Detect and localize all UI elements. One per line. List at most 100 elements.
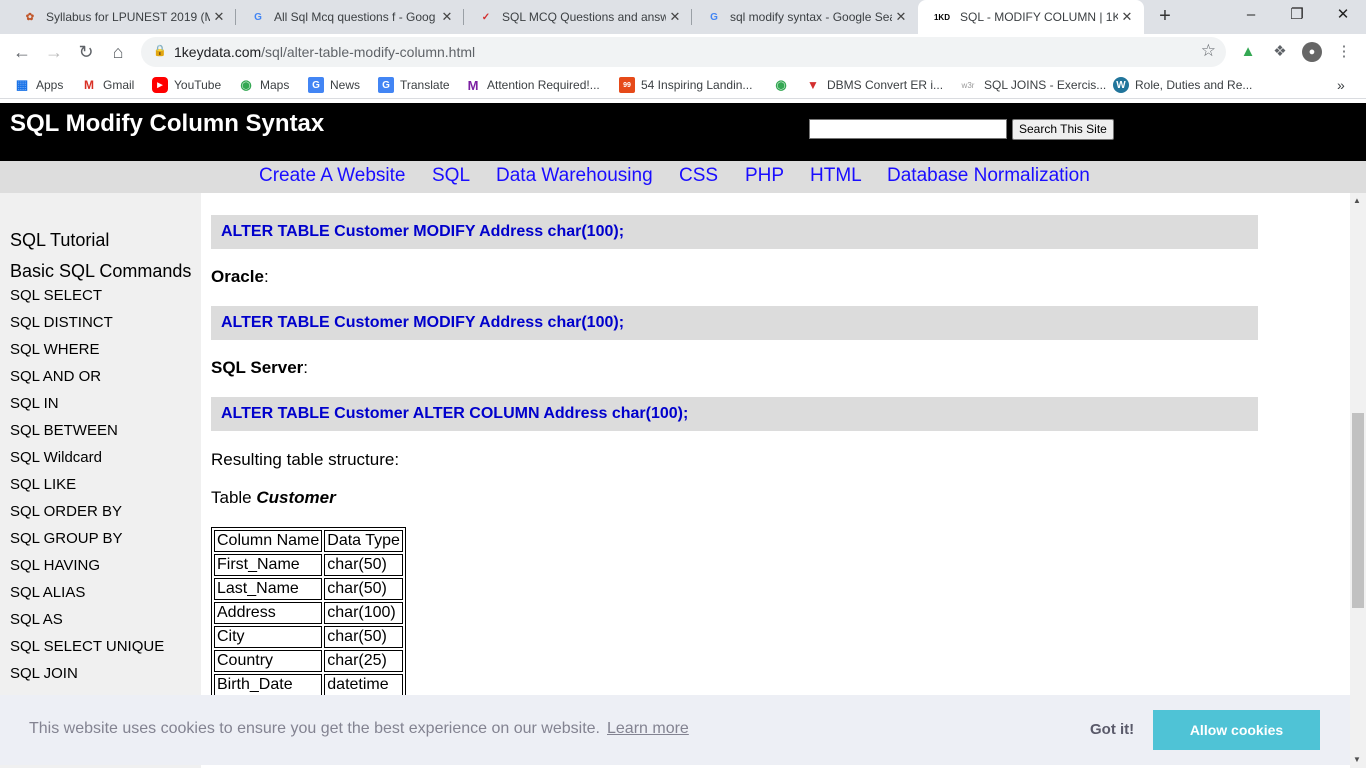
nav-create-website[interactable]: Create A Website — [259, 165, 405, 187]
sidebar-item-distinct[interactable]: SQL DISTINCT — [10, 314, 113, 331]
tab-title: SQL MCQ Questions and answ — [502, 10, 666, 24]
bookmark-sqljoins[interactable]: w3r SQL JOINS - Exercis... — [958, 75, 1107, 95]
customer-table: Column Name Data Type First_Name char(50… — [211, 527, 406, 699]
sidebar-item-select-unique[interactable]: SQL SELECT UNIQUE — [10, 638, 164, 655]
bookmark-label: Gmail — [103, 78, 135, 92]
search-input[interactable] — [809, 119, 1007, 139]
sidebar-heading-tutorial[interactable]: SQL Tutorial — [10, 230, 109, 251]
table-row: Birth_Date datetime — [214, 674, 403, 696]
menu-dots-icon[interactable]: ⋮ — [1334, 42, 1354, 62]
home-icon[interactable]: ⌂ — [106, 40, 130, 64]
table-row: City char(50) — [214, 626, 403, 648]
drive-icon[interactable]: ▲ — [1238, 42, 1258, 62]
sidebar-item-join[interactable]: SQL JOIN — [10, 665, 78, 682]
sidebar-item-and-or[interactable]: SQL AND OR — [10, 368, 101, 385]
tab-1[interactable]: ✿ Syllabus for LPUNEST 2019 (MC ✕ — [8, 0, 236, 34]
bookmark-maps[interactable]: ◉ Maps — [238, 75, 289, 95]
address-bar[interactable]: 🔒 1keydata.com/sql/alter-table-modify-co… — [141, 37, 1226, 67]
nav-database-normalization[interactable]: Database Normalization — [887, 165, 1090, 187]
got-it-button[interactable]: Got it! — [1090, 721, 1134, 738]
bookmarks-overflow-icon[interactable]: » — [1337, 75, 1345, 95]
tab-4[interactable]: G sql modify syntax - Google Sea ✕ — [692, 0, 918, 34]
bookmark-attention[interactable]: M Attention Required!... — [465, 75, 600, 95]
google-icon: G — [254, 11, 262, 23]
table-row: Address char(100) — [214, 602, 403, 624]
sidebar-item-like[interactable]: SQL LIKE — [10, 476, 76, 493]
nav-data-warehousing[interactable]: Data Warehousing — [496, 165, 653, 187]
bookmark-inspiring[interactable]: 99 54 Inspiring Landin... — [619, 75, 752, 95]
extensions-icon[interactable]: ❖ — [1270, 42, 1290, 62]
allow-cookies-button[interactable]: Allow cookies — [1153, 710, 1320, 750]
bookmark-dbms[interactable]: ▼ DBMS Convert ER i... — [805, 75, 943, 95]
gmail-icon: M — [84, 78, 94, 92]
bookmark-translate[interactable]: G Translate — [378, 75, 450, 95]
bookmark-label: Role, Duties and Re... — [1135, 78, 1253, 92]
table-cell: Country — [214, 650, 323, 672]
bookmark-role[interactable]: W Role, Duties and Re... — [1113, 75, 1252, 95]
scrollbar-thumb[interactable] — [1352, 413, 1364, 608]
tab-title: All Sql Mcq questions f - Goog — [274, 10, 436, 24]
bookmark-news[interactable]: G News — [308, 75, 360, 95]
search-button[interactable]: Search This Site — [1012, 119, 1114, 140]
nav-sql[interactable]: SQL — [432, 165, 470, 187]
back-icon[interactable]: ← — [10, 40, 34, 64]
sidebar-item-where[interactable]: SQL WHERE — [10, 341, 99, 358]
bookmark-label: 54 Inspiring Landin... — [641, 78, 753, 92]
close-icon[interactable]: ✕ — [210, 9, 228, 25]
avatar[interactable]: ● — [1302, 42, 1322, 62]
scroll-down-icon[interactable]: ▼ — [1353, 755, 1361, 764]
apps-grid-icon: ▦ — [15, 77, 29, 92]
table-row: First_Name char(50) — [214, 554, 403, 576]
table-header-row: Column Name Data Type — [214, 530, 403, 552]
edu-icon: ✓ — [481, 11, 491, 23]
db-label-oracle: Oracle: — [211, 267, 269, 287]
db-label-sqlserver: SQL Server: — [211, 358, 308, 378]
cookie-banner: This website uses cookies to ensure you … — [0, 695, 1350, 765]
close-icon[interactable]: ✕ — [438, 9, 456, 25]
bookmark-apps[interactable]: ▦ Apps — [14, 75, 64, 95]
youtube-icon: ▶ — [152, 77, 168, 93]
sidebar-item-in[interactable]: SQL IN — [10, 395, 59, 412]
sidebar-item-alias[interactable]: SQL ALIAS — [10, 584, 85, 601]
bookmark-map-pin[interactable]: ◉ — [773, 75, 795, 95]
sidebar-item-order-by[interactable]: SQL ORDER BY — [10, 503, 122, 520]
table-cell: char(50) — [324, 578, 403, 600]
google-icon: G — [710, 11, 718, 23]
close-window-icon[interactable]: ✕ — [1320, 0, 1366, 30]
scroll-up-icon[interactable]: ▲ — [1353, 196, 1361, 205]
sidebar: SQL Tutorial Basic SQL Commands SQL SELE… — [0, 193, 201, 768]
reload-icon[interactable]: ↻ — [74, 40, 98, 64]
minimize-icon[interactable]: – — [1228, 0, 1274, 30]
new-tab-button[interactable]: + — [1153, 4, 1177, 28]
sidebar-item-group-by[interactable]: SQL GROUP BY — [10, 530, 123, 547]
sidebar-item-between[interactable]: SQL BETWEEN — [10, 422, 118, 439]
nav-html[interactable]: HTML — [810, 165, 862, 187]
nav-php[interactable]: PHP — [745, 165, 784, 187]
table-cell: Address — [214, 602, 323, 624]
tab-2[interactable]: G All Sql Mcq questions f - Goog ✕ — [236, 0, 464, 34]
bookmark-youtube[interactable]: ▶ YouTube — [152, 75, 221, 95]
sidebar-item-having[interactable]: SQL HAVING — [10, 557, 100, 574]
sidebar-item-select[interactable]: SQL SELECT — [10, 287, 102, 304]
sidebar-item-as[interactable]: SQL AS — [10, 611, 63, 628]
main-content: ALTER TABLE Customer MODIFY Address char… — [201, 193, 1350, 768]
bookmark-label: Translate — [400, 78, 450, 92]
learn-more-link[interactable]: Learn more — [607, 720, 689, 738]
table-cell: char(25) — [324, 650, 403, 672]
forward-icon[interactable]: → — [42, 40, 66, 64]
close-icon[interactable]: ✕ — [1118, 9, 1136, 25]
bookmark-gmail[interactable]: M Gmail — [81, 75, 134, 95]
nav-css[interactable]: CSS — [679, 165, 718, 187]
sidebar-item-wildcard[interactable]: SQL Wildcard — [10, 449, 102, 466]
tab-active[interactable]: 1KD SQL - MODIFY COLUMN | 1Key ✕ — [918, 0, 1144, 34]
tab-3[interactable]: ✓ SQL MCQ Questions and answ ✕ — [464, 0, 692, 34]
news-icon: G — [308, 77, 324, 93]
bookmark-star-icon[interactable]: ☆ — [1201, 41, 1216, 61]
page-scrollbar[interactable]: ▲ ▼ — [1350, 193, 1366, 768]
maps-pin-icon: ◉ — [240, 77, 252, 92]
sidebar-heading-basic: Basic SQL Commands — [10, 261, 192, 281]
close-icon[interactable]: ✕ — [892, 9, 910, 25]
close-icon[interactable]: ✕ — [666, 9, 684, 25]
restore-icon[interactable]: ❐ — [1274, 0, 1320, 30]
code-block: ALTER TABLE Customer MODIFY Address char… — [211, 215, 1258, 249]
